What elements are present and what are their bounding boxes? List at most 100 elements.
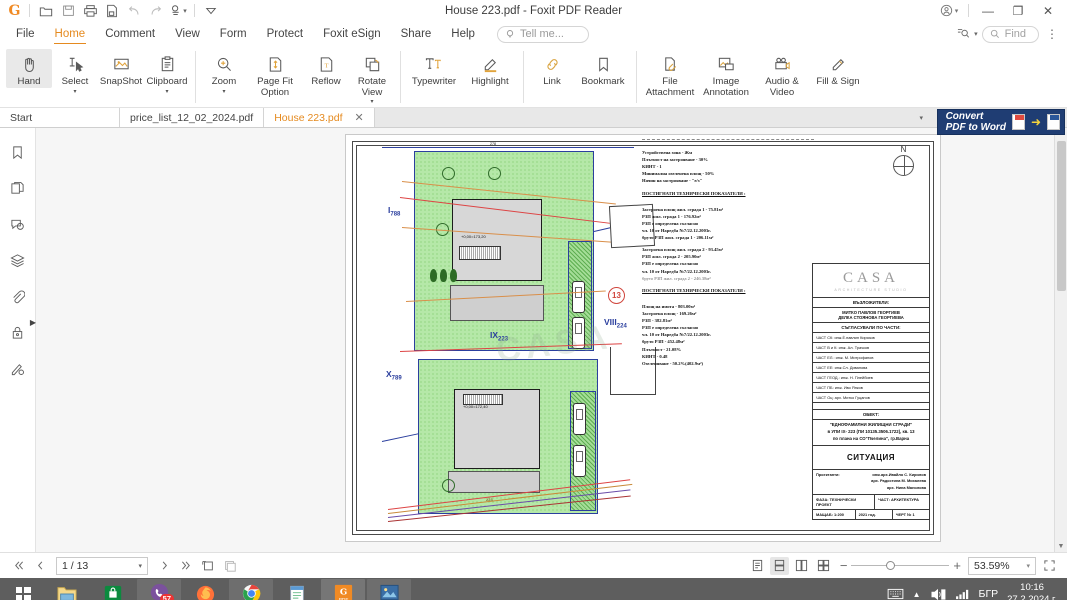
signal-icon[interactable] (955, 588, 970, 600)
pages-panel-icon[interactable] (6, 176, 30, 200)
tool-hand[interactable]: Hand (6, 49, 52, 88)
customize-toolbar-icon[interactable] (201, 2, 221, 20)
building1-line-5: бруто РЗП жил. сграда 1 - 206.11м² (642, 235, 714, 241)
undo-icon[interactable] (124, 2, 144, 20)
print-icon[interactable] (80, 2, 100, 20)
attachments-panel-icon[interactable] (6, 284, 30, 308)
open-file-icon[interactable] (36, 2, 56, 20)
close-button[interactable]: ✕ (1033, 0, 1063, 22)
zoom-slider[interactable]: − + (840, 558, 961, 573)
chevron-down-icon[interactable]: ▾ (1026, 562, 1030, 570)
tool-zoom[interactable]: Zoom ▾ (201, 49, 247, 95)
chevron-down-icon[interactable]: ▾ (138, 562, 142, 570)
zoom-level-input[interactable]: 53.59% ▾ (968, 556, 1036, 575)
tool-audio-video[interactable]: Audio & Video (754, 49, 810, 98)
zoom-slider-track[interactable] (851, 561, 950, 570)
layers-panel-icon[interactable] (6, 248, 30, 272)
taskbar-photos[interactable] (367, 579, 411, 600)
two-page-continuous-view-button[interactable] (814, 557, 833, 575)
bookmarks-panel-icon[interactable] (6, 140, 30, 164)
taskbar-viber[interactable]: 57 (137, 579, 181, 600)
chevron-down-icon[interactable]: ▾ (73, 89, 76, 95)
find-input[interactable]: Find (981, 25, 1039, 43)
zoom-out-button[interactable]: − (840, 558, 848, 573)
tab-price-list[interactable]: price_list_12_02_2024.pdf (120, 108, 265, 127)
maximize-button[interactable]: ❐ (1003, 0, 1033, 22)
tool-fill-sign[interactable]: Fill & Sign (810, 49, 866, 88)
tab-start[interactable]: Start (0, 108, 120, 127)
keyboard-icon[interactable] (887, 588, 904, 600)
first-page-button[interactable] (8, 556, 28, 576)
tool-typewriter[interactable]: Typewriter (406, 49, 462, 88)
two-page-view-button[interactable] (792, 557, 811, 575)
taskbar-foxit-pdf-reader[interactable]: GPDF (321, 579, 365, 600)
taskbar-file-explorer[interactable] (45, 579, 89, 600)
menu-comment[interactable]: Comment (95, 22, 165, 46)
tool-rotate-view[interactable]: Rotate View ▾ (349, 49, 395, 105)
language-indicator[interactable]: БГР (979, 588, 999, 600)
taskbar-microsoft-store[interactable] (91, 579, 135, 600)
tool-file-attachment[interactable]: File Attachment (642, 49, 698, 98)
tool-select[interactable]: Select ▾ (52, 49, 98, 95)
close-icon[interactable]: ✕ (355, 111, 364, 124)
tool-clipboard[interactable]: Clipboard ▾ (144, 49, 190, 95)
tab-house-223[interactable]: House 223.pdf ✕ (264, 108, 375, 127)
tool-link[interactable]: Link (529, 49, 575, 88)
show-hidden-icons-button[interactable]: ▲ (913, 590, 921, 599)
security-panel-icon[interactable] (6, 320, 30, 344)
document-viewport[interactable]: N +0,00=173,20 +0,00=172,40 I788 IX223 V… (36, 128, 1054, 552)
tool-highlight[interactable]: Highlight (462, 49, 518, 88)
taskbar-firefox[interactable] (183, 579, 227, 600)
chevron-down-icon[interactable]: ▾ (165, 89, 168, 95)
more-options-icon[interactable]: ⋮ (1043, 28, 1061, 40)
vertical-scrollbar[interactable]: ▲ ▼ (1054, 128, 1067, 552)
scrollbar-thumb[interactable] (1056, 141, 1066, 291)
menu-share[interactable]: Share (391, 22, 442, 46)
tell-me-search[interactable]: Tell me... (496, 25, 589, 43)
search-options-icon[interactable] (957, 27, 970, 42)
menu-view[interactable]: View (165, 22, 210, 46)
start-button[interactable] (2, 578, 44, 600)
next-page-button[interactable] (154, 556, 174, 576)
network-volume-icons[interactable] (930, 588, 946, 600)
highlight-tool-icon[interactable]: ▾ (168, 2, 188, 20)
tool-snapshot[interactable]: SnapShot (98, 49, 144, 88)
continuous-scroll-view-button[interactable] (769, 556, 789, 575)
tool-page-fit-option[interactable]: Page Fit Option (247, 49, 303, 98)
signatures-panel-icon[interactable] (6, 356, 30, 380)
prev-page-button[interactable] (30, 556, 50, 576)
tool-reflow[interactable]: T Reflow (303, 49, 349, 88)
zoom-slider-thumb[interactable] (886, 561, 896, 570)
zoom-in-button[interactable]: + (953, 558, 961, 573)
previous-view-button[interactable] (198, 556, 218, 576)
menu-help[interactable]: Help (441, 22, 485, 46)
menu-file[interactable]: File (6, 22, 45, 46)
page-number-input[interactable]: 1 / 13 ▾ (56, 556, 148, 575)
taskbar-word-viewer[interactable] (275, 579, 319, 600)
clock[interactable]: 10:16 27.2.2024 г. (1007, 582, 1057, 600)
next-view-button[interactable] (220, 556, 240, 576)
save-icon[interactable] (58, 2, 78, 20)
menu-home[interactable]: Home (45, 22, 96, 46)
chevron-down-icon[interactable]: ▾ (222, 89, 225, 95)
menu-foxit-esign[interactable]: Foxit eSign (313, 22, 391, 46)
scroll-down-icon[interactable]: ▼ (1058, 541, 1065, 552)
last-page-button[interactable] (176, 556, 196, 576)
tool-image-annotation[interactable]: Image Annotation (698, 49, 754, 98)
menu-form[interactable]: Form (210, 22, 257, 46)
single-page-view-button[interactable] (748, 557, 767, 575)
redo-icon[interactable] (146, 2, 166, 20)
convert-pdf-to-word-banner[interactable]: Convert PDF to Word ➜ (936, 109, 1065, 135)
chevron-down-icon[interactable]: ▾ (370, 99, 373, 105)
bookmark-icon (594, 52, 613, 76)
chevron-down-icon[interactable]: ▾ (974, 30, 978, 38)
taskbar-chrome[interactable] (229, 579, 273, 600)
account-icon[interactable]: ▾ (934, 0, 964, 22)
fullscreen-button[interactable] (1039, 556, 1059, 576)
comments-panel-icon[interactable] (6, 212, 30, 236)
tool-bookmark[interactable]: Bookmark (575, 49, 631, 88)
compass-icon (893, 155, 914, 176)
print-preview-icon[interactable] (102, 2, 122, 20)
menu-protect[interactable]: Protect (257, 22, 313, 46)
minimize-button[interactable]: — (973, 0, 1003, 22)
